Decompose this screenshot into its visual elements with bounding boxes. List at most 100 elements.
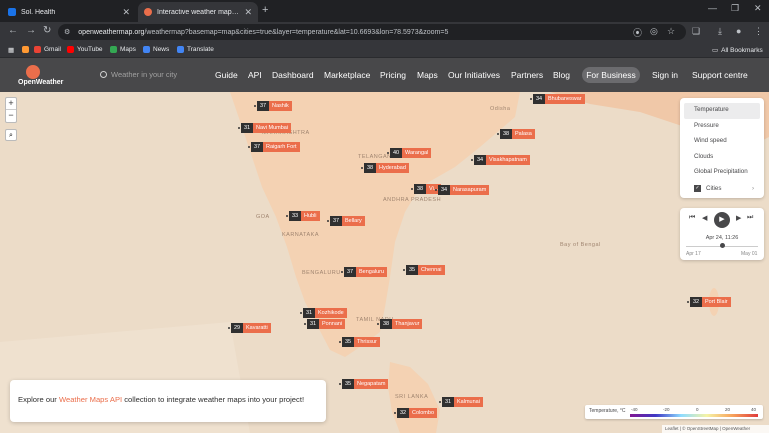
nav-maps[interactable]: Maps [417, 70, 438, 80]
reload-icon[interactable]: ↻ [43, 25, 51, 36]
timeline-start: Apr 17 [686, 251, 701, 257]
eye-off-icon[interactable]: ◎ [650, 26, 658, 37]
timeline-handle[interactable] [720, 243, 725, 248]
city-marker[interactable]: 38 Hyderabad [361, 163, 409, 173]
nav-partners[interactable]: Partners [511, 70, 543, 80]
nav-pricing[interactable]: Pricing [380, 70, 406, 80]
support-centre-link[interactable]: Support centre [692, 70, 748, 80]
city-marker[interactable]: 29 Kavaratti [228, 323, 271, 333]
forward-icon[interactable]: → [26, 25, 36, 36]
close-tab-icon[interactable]: ✕ [122, 7, 130, 18]
profile-avatar[interactable]: ● [736, 26, 741, 36]
nav-marketplace[interactable]: Marketplace [324, 70, 370, 80]
browser-tab-strip: Sol. Health ✕ Interactive weather maps -… [0, 0, 769, 22]
layer-pressure[interactable]: Pressure [684, 119, 760, 135]
bookmark-translate[interactable]: Translate [177, 46, 214, 53]
download-icon[interactable]: ⤓ [718, 26, 722, 37]
city-marker[interactable]: 40 Warangal [387, 148, 432, 158]
city-marker[interactable]: 31 Ponnani [304, 319, 346, 329]
new-tab-button[interactable]: + [262, 4, 268, 16]
nav-dashboard[interactable]: Dashboard [272, 70, 314, 80]
city-marker[interactable]: 34 Narasapuram [435, 185, 490, 195]
city-marker[interactable]: 35 Chennai [403, 265, 445, 275]
player-date: Apr 24, 11:26 [705, 235, 739, 241]
map-label: GOA [256, 214, 270, 220]
city-marker[interactable]: 35 Thrissur [339, 337, 380, 347]
city-marker[interactable]: 31 Kalmunai [439, 397, 483, 407]
city-marker[interactable]: 38 Thanjavur [377, 319, 423, 329]
timeline-end: May 01 [741, 251, 758, 257]
bookmark-youtube[interactable]: YouTube [67, 46, 103, 53]
map-label: Odisha [490, 106, 511, 112]
layer-clouds[interactable]: Clouds [684, 150, 760, 166]
for-business-button[interactable]: For Business [582, 67, 640, 83]
folder-icon: ▭ [712, 47, 719, 54]
city-search-input[interactable]: Weather in your city [100, 70, 177, 79]
layer-temperature[interactable]: Temperature [684, 103, 760, 119]
sign-in-link[interactable]: Sign in [652, 70, 678, 80]
menu-icon[interactable]: ⋮ [754, 26, 763, 37]
tab-title: Sol. Health [21, 8, 56, 16]
gmail-icon [34, 46, 41, 53]
cities-toggle[interactable]: ✓ Cities › [684, 181, 760, 197]
close-window-button[interactable]: ✕ [754, 3, 762, 14]
extensions-icon[interactable]: ❏ [692, 26, 700, 37]
maximize-button[interactable]: ❐ [731, 3, 739, 14]
step-forward-icon[interactable]: ▶ [736, 214, 741, 222]
back-icon[interactable]: ← [8, 25, 18, 36]
minimize-button[interactable]: — [708, 3, 717, 13]
bookmarks-bar: ▦ Gmail YouTube Maps News Translate ▭ All… [0, 42, 769, 58]
nav-api[interactable]: API [248, 70, 262, 80]
location-icon[interactable]: ⦿ [633, 26, 642, 39]
openweather-logo[interactable]: OpenWeather [18, 65, 74, 89]
bookmark-flag[interactable] [22, 46, 32, 53]
play-button[interactable]: ▶ [714, 212, 730, 228]
bookmark-gmail[interactable]: Gmail [34, 46, 61, 53]
city-marker[interactable]: 37 Bengaluru [341, 267, 388, 277]
close-tab-icon[interactable]: ✕ [244, 7, 252, 18]
city-marker[interactable]: 37 Bellary [327, 216, 365, 226]
legend-color-bar [630, 414, 758, 417]
city-marker[interactable]: 33 Hubli [286, 211, 320, 221]
all-bookmarks[interactable]: ▭ All Bookmarks [712, 46, 763, 55]
legend-tick: 20 [725, 407, 731, 412]
nav-our-initiatives[interactable]: Our Initiatives [448, 70, 500, 80]
zoom-in-button[interactable]: + [6, 98, 16, 110]
tab-openweather[interactable]: Interactive weather maps - Ope ✕ [138, 2, 258, 22]
url-text: openweathermap.org/weathermap?basemap=ma… [78, 28, 449, 36]
tab-favicon [8, 8, 16, 16]
city-marker[interactable]: 31 Kozhikode [300, 308, 347, 318]
weather-maps-api-link[interactable]: Weather Maps API [59, 395, 122, 404]
city-marker[interactable]: 35 Negapatam [339, 379, 389, 389]
city-marker[interactable]: 37 Nashik [254, 101, 292, 111]
youtube-icon [67, 46, 74, 53]
layer-wind-speed[interactable]: Wind speed [684, 134, 760, 150]
legend-tick: 40 [751, 407, 757, 412]
city-marker[interactable]: 34 Visakhapatnam [471, 155, 530, 165]
apps-icon[interactable]: ▦ [8, 46, 14, 54]
address-bar[interactable]: ⚙ openweathermap.org/weathermap?basemap=… [58, 24, 686, 40]
city-marker[interactable]: 37 Raigarh Fort [248, 142, 300, 152]
city-marker[interactable]: 31 Navi Mumbai [238, 123, 292, 133]
nav-guide[interactable]: Guide [215, 70, 238, 80]
step-back-icon[interactable]: ◀ [702, 214, 707, 222]
city-marker[interactable]: 32 Colombo [394, 408, 438, 418]
city-marker[interactable]: 38 Palasa [497, 129, 535, 139]
site-info-icon[interactable]: ⚙ [64, 28, 70, 36]
layer-selector: Temperature Pressure Wind speed Clouds G… [680, 98, 764, 198]
city-marker[interactable]: 34 Bhubaneswar [530, 94, 585, 104]
skip-back-icon[interactable]: ⏮ [689, 214, 695, 222]
zoom-out-button[interactable]: − [6, 110, 16, 122]
bookmark-star-icon[interactable]: ☆ [667, 26, 675, 37]
tab-sol-health[interactable]: Sol. Health ✕ [2, 2, 136, 22]
city-marker[interactable]: 32 Port Blair [687, 297, 731, 307]
layer-global-precipitation[interactable]: Global Precipitation [684, 165, 760, 181]
nav-blog[interactable]: Blog [553, 70, 570, 80]
skip-forward-icon[interactable]: ⏭ [747, 214, 753, 222]
bookmark-maps[interactable]: Maps [110, 46, 136, 53]
bookmark-news[interactable]: News [143, 46, 169, 53]
checkbox-checked-icon: ✓ [694, 184, 701, 192]
legend-tick: -40 [631, 407, 638, 412]
weather-map[interactable]: MAHARASHTRA TELANGANA ANDHRA PRADESH GOA… [0, 92, 769, 433]
map-search-icon[interactable]: ⌕ [5, 129, 17, 141]
